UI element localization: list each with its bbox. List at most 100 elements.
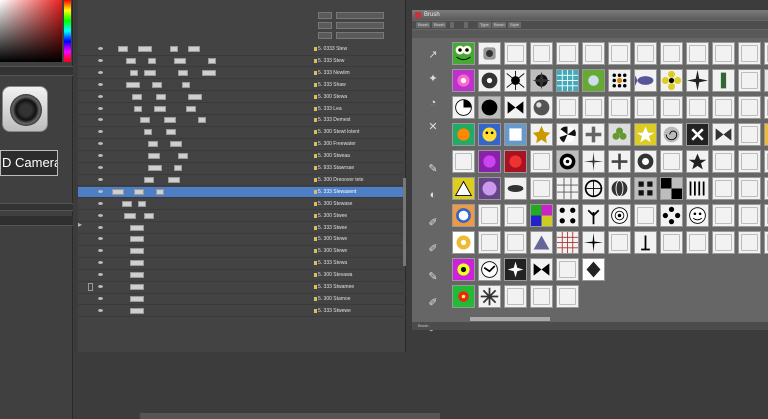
splat2-brush-icon[interactable]: [504, 150, 527, 173]
keyframe-block[interactable]: [130, 272, 144, 279]
blank-brush-swatch[interactable]: [660, 150, 683, 173]
color-picker-field[interactable]: [0, 0, 62, 62]
fan-brush-icon[interactable]: [556, 123, 579, 146]
mug-brush-icon[interactable]: [478, 42, 501, 65]
arrow-tool-icon[interactable]: ↗: [426, 48, 440, 62]
burst-brush-icon[interactable]: [582, 150, 605, 173]
cactus-brush-icon[interactable]: [712, 69, 735, 92]
pen3-tool-icon[interactable]: ✐: [426, 296, 440, 310]
timeline-header-field[interactable]: [336, 22, 384, 29]
keyframe-block[interactable]: [178, 153, 188, 160]
pen2-tool-icon[interactable]: ✐: [426, 242, 440, 256]
flower2-brush-icon[interactable]: [608, 123, 631, 146]
leaf-brush-icon[interactable]: [582, 69, 605, 92]
sunburst-brush-icon[interactable]: [686, 69, 709, 92]
blank-brush-swatch[interactable]: [738, 69, 761, 92]
keyframe-block[interactable]: [166, 129, 176, 136]
visibility-icon[interactable]: [98, 225, 103, 229]
visibility-icon[interactable]: [98, 142, 103, 146]
frog-brush-icon[interactable]: [452, 42, 475, 65]
timeline-layer-row[interactable]: 5. 300 Dreoover tete: [78, 175, 406, 187]
keyframe-block[interactable]: [126, 81, 140, 88]
visibility-icon[interactable]: [98, 285, 103, 288]
blank-brush-swatch[interactable]: [738, 42, 761, 65]
hue-slider[interactable]: [64, 0, 71, 62]
blank-brush-swatch[interactable]: [738, 204, 761, 227]
keyframe-block[interactable]: [112, 188, 124, 195]
flake-brush-icon[interactable]: [478, 285, 501, 308]
pencil-tool-icon[interactable]: ✎: [426, 162, 440, 176]
visibility-icon[interactable]: [98, 296, 103, 300]
keyframe-block[interactable]: [154, 105, 166, 112]
flower4-brush-icon[interactable]: [478, 150, 501, 173]
blank-brush-swatch[interactable]: [530, 42, 553, 65]
keyframe-block[interactable]: [164, 117, 176, 124]
cross3-brush-icon[interactable]: [504, 258, 527, 281]
visibility-icon[interactable]: [98, 213, 103, 217]
blank-brush-swatch[interactable]: [712, 42, 735, 65]
bird-brush-icon[interactable]: [478, 258, 501, 281]
timeline-layer-row[interactable]: 5. 300 Stewase: [78, 199, 406, 211]
timeline-layer-row[interactable]: 5. 333 Lea: [78, 104, 406, 115]
bowtie3-brush-icon[interactable]: [530, 258, 553, 281]
quilt-brush-icon[interactable]: [530, 204, 553, 227]
blank-brush-swatch[interactable]: [504, 42, 527, 65]
blank-brush-swatch[interactable]: [712, 150, 735, 173]
keyframe-block[interactable]: [170, 46, 178, 52]
blank-brush-swatch[interactable]: [504, 204, 527, 227]
keyframe-block[interactable]: [126, 57, 136, 64]
blank-brush-swatch[interactable]: [608, 42, 631, 65]
blank-brush-swatch[interactable]: [504, 231, 527, 254]
timeline-layer-row[interactable]: 5. 300 Stevawa: [78, 270, 406, 282]
keyframe-block[interactable]: [144, 212, 154, 219]
blank-brush-swatch[interactable]: [478, 204, 501, 227]
keyframe-block[interactable]: [168, 176, 180, 183]
keyframe-block[interactable]: [156, 93, 166, 100]
timeline-layer-row[interactable]: 5. 333 Shaw: [78, 80, 406, 92]
timeline-header-button[interactable]: [318, 22, 332, 29]
timeline-layer-row[interactable]: 5. 300 Stewt lotent: [78, 127, 406, 139]
blank-brush-swatch[interactable]: [608, 231, 631, 254]
blank-brush-swatch[interactable]: [686, 231, 709, 254]
cross-brush-icon[interactable]: [686, 123, 709, 146]
keyframe-block[interactable]: [188, 93, 202, 100]
blank-brush-swatch[interactable]: [738, 150, 761, 173]
blank-brush-swatch[interactable]: [582, 96, 605, 119]
keyframe-block[interactable]: [130, 307, 144, 314]
timeline-layer-row[interactable]: 5. 300 Stewa: [78, 92, 406, 104]
keyframe-block[interactable]: [178, 69, 188, 76]
blank-brush-swatch[interactable]: [764, 231, 768, 254]
blank-brush-swatch[interactable]: [764, 150, 768, 173]
vase-brush-icon[interactable]: [634, 231, 657, 254]
timeline-layer-row[interactable]: 5. 333 Demest: [78, 115, 406, 127]
timeline-header-button[interactable]: [318, 32, 332, 39]
blank-brush-swatch[interactable]: [504, 285, 527, 308]
blank-brush-swatch[interactable]: [712, 177, 735, 200]
circle-brush-icon[interactable]: [478, 96, 501, 119]
visibility-icon[interactable]: [98, 47, 103, 50]
visibility-icon[interactable]: [98, 106, 103, 110]
blank-brush-swatch[interactable]: [764, 96, 768, 119]
keyframe-block[interactable]: [130, 69, 138, 76]
pencil2-tool-icon[interactable]: ✎: [426, 270, 440, 284]
pixel-brush-icon[interactable]: [634, 177, 657, 200]
flower5-brush-icon[interactable]: [452, 258, 475, 281]
blank-brush-swatch[interactable]: [556, 285, 579, 308]
visibility-icon[interactable]: [98, 273, 103, 277]
blank-brush-swatch[interactable]: [764, 204, 768, 227]
triangle-brush-icon[interactable]: [452, 177, 475, 200]
pen-tool-icon[interactable]: ✐: [426, 216, 440, 230]
bowtie2-brush-icon[interactable]: [712, 123, 735, 146]
gradient-brush-icon[interactable]: [452, 123, 475, 146]
timeline-layer-row[interactable]: 5. 300 Stewe: [78, 234, 406, 246]
timeline-layer-row[interactable]: 5. 333 Stew: [78, 56, 406, 68]
blank-brush-swatch[interactable]: [660, 96, 683, 119]
keyframe-block[interactable]: [132, 93, 142, 100]
bowtie-brush-icon[interactable]: [504, 96, 527, 119]
blank-brush-swatch[interactable]: [764, 42, 768, 65]
pie-brush-icon[interactable]: [452, 96, 475, 119]
timeline-layer-row[interactable]: 5. 300 Stamoe: [78, 294, 406, 306]
camera-label[interactable]: D Camera: [0, 150, 58, 176]
timeline-layer-row[interactable]: 5. 333 Slewasent: [78, 186, 406, 199]
timeline-layer-row[interactable]: 5. 300 Stweaa: [78, 151, 406, 163]
